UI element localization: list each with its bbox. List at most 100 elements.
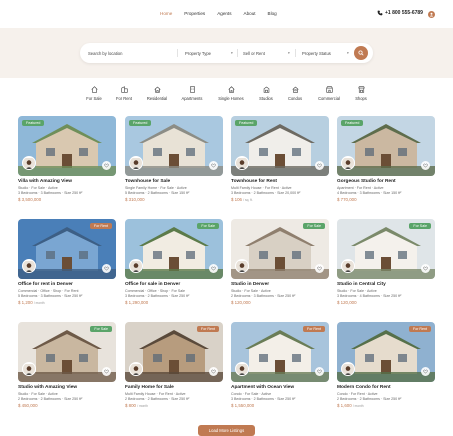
- agent-avatar[interactable]: [22, 259, 36, 273]
- agent-avatar[interactable]: [341, 259, 355, 273]
- category-shops[interactable]: Shops: [341, 86, 381, 101]
- listing-card[interactable]: Featured Villa with Amazing View Studio · …: [18, 116, 116, 204]
- agent-avatar[interactable]: [341, 156, 355, 170]
- listing-card[interactable]: For Sale Studio in Central City Studio · F…: [337, 219, 435, 307]
- price-value: $ 800: [125, 403, 136, 408]
- listing-card[interactable]: For Sale Office for sale in Denver Commerc…: [125, 219, 223, 307]
- price-value: $ 120,000: [337, 300, 357, 305]
- favorite-heart-icon[interactable]: [421, 264, 430, 273]
- listing-price: $ 120,000: [231, 300, 251, 305]
- listing-card[interactable]: Featured Gorgeous Studio for Rent Apartmen…: [337, 116, 435, 204]
- category-residential[interactable]: Residential: [137, 86, 177, 101]
- nav-home[interactable]: Home: [160, 11, 172, 16]
- listing-specs: 4 Bedrooms · 3 Bathrooms · Size 150 ft²: [337, 191, 402, 195]
- listing-card[interactable]: For Rent Apartment with Ocean View Condo ·…: [231, 322, 329, 410]
- listing-price: $ 1,200 / month: [18, 300, 45, 305]
- favorite-heart-icon[interactable]: [421, 161, 430, 170]
- listing-specs: 2 Bedrooms · 3 Bathrooms · Size 250 ft²: [231, 294, 296, 298]
- listing-specs: 5 Bedrooms · 2 Bathrooms · Size 150 ft²: [125, 191, 190, 195]
- favorite-heart-icon[interactable]: [209, 264, 218, 273]
- listing-title[interactable]: Townhouse for Rent: [231, 179, 277, 184]
- listing-title[interactable]: Modern Condo for Rent: [337, 385, 391, 390]
- listing-title[interactable]: Townhouse for Sale: [125, 179, 170, 184]
- agent-avatar[interactable]: [129, 156, 143, 170]
- favorite-heart-icon[interactable]: [102, 264, 111, 273]
- favorite-heart-icon[interactable]: [102, 367, 111, 376]
- agent-avatar[interactable]: [129, 259, 143, 273]
- listing-title[interactable]: Studio in Central City: [337, 282, 386, 287]
- listing-meta: Commercial · Office · Shop · For Rent: [18, 289, 79, 293]
- agent-avatar[interactable]: [22, 156, 36, 170]
- nav-about[interactable]: About: [244, 11, 256, 16]
- agent-avatar[interactable]: [235, 156, 249, 170]
- listing-title[interactable]: Family Home for Sale: [125, 385, 174, 390]
- search-bar: Search by location Property Type ▾ Sell o…: [80, 43, 373, 63]
- listing-card[interactable]: For Rent Modern Condo for Rent Condo · For…: [337, 322, 435, 410]
- favorite-heart-icon[interactable]: [102, 161, 111, 170]
- listing-price: $ 1,290,000: [125, 300, 148, 305]
- search-button[interactable]: [354, 46, 368, 60]
- listing-title[interactable]: Office for sale in Denver: [125, 282, 180, 287]
- favorite-heart-icon[interactable]: [315, 264, 324, 273]
- top-nav-bar: Home Properties Agents About Blog +1 800…: [0, 0, 453, 30]
- status-badge: Featured: [341, 120, 364, 126]
- listing-card[interactable]: Featured Townhouse for Rent Multi Family H…: [231, 116, 329, 204]
- user-account-icon[interactable]: [428, 11, 435, 18]
- listing-title[interactable]: Studio in Denver: [231, 282, 269, 287]
- listing-card[interactable]: For Rent Office for rent in Denver Commerc…: [18, 219, 116, 307]
- listing-meta: Studio · For Sale · Active: [18, 186, 58, 190]
- listing-title[interactable]: Office for rent in Denver: [18, 282, 73, 287]
- chevron-down-icon: ▾: [288, 51, 290, 55]
- listing-card[interactable]: Featured Townhouse for Sale Single Family …: [125, 116, 223, 204]
- favorite-heart-icon[interactable]: [315, 161, 324, 170]
- divider: [177, 49, 178, 57]
- phone-icon: [377, 10, 383, 16]
- price-value: $ 3,500,000: [18, 197, 42, 202]
- listing-specs: 3 Bedrooms · 4 Bathrooms · Size 250 ft²: [337, 294, 402, 298]
- shop-icon: [357, 86, 365, 93]
- nav-blog[interactable]: Blog: [268, 11, 277, 16]
- divider: [295, 49, 296, 57]
- category-single-homes[interactable]: Single Homes: [211, 86, 251, 101]
- listing-title[interactable]: Studio with Amazing View: [18, 385, 77, 390]
- listing-title[interactable]: Gorgeous Studio for Rent: [337, 179, 396, 184]
- favorite-heart-icon[interactable]: [209, 161, 218, 170]
- favorite-heart-icon[interactable]: [421, 367, 430, 376]
- nav-properties[interactable]: Properties: [184, 11, 205, 16]
- load-more-button[interactable]: Load More Listings: [198, 425, 255, 436]
- agent-avatar[interactable]: [341, 362, 355, 376]
- listing-price: $ 770,000: [337, 197, 357, 202]
- single-home-icon: [227, 86, 235, 93]
- agent-avatar[interactable]: [235, 259, 249, 273]
- price-period: / month: [33, 301, 45, 305]
- phone-link[interactable]: +1 800 555-6789: [377, 10, 423, 16]
- category-apartments[interactable]: Apartments: [172, 86, 212, 101]
- status-badge: For Sale: [197, 223, 219, 229]
- listing-title[interactable]: Villa with Amazing View: [18, 179, 72, 184]
- nav-agents[interactable]: Agents: [217, 11, 231, 16]
- home-icon: [153, 86, 161, 93]
- property-type-select[interactable]: Property Type ▾: [185, 43, 235, 63]
- status-badge: For Sale: [409, 223, 431, 229]
- listing-specs: 3 Bedrooms · 3 Bathrooms · Size 250 ft²: [18, 191, 83, 195]
- chevron-down-icon: ▾: [231, 51, 233, 55]
- listing-specs: 3 Bedrooms · 2 Bathrooms · Size 250 ft²: [125, 294, 190, 298]
- favorite-heart-icon[interactable]: [315, 367, 324, 376]
- location-search-input[interactable]: Search by location: [88, 43, 168, 63]
- agent-avatar[interactable]: [235, 362, 249, 376]
- price-value: $ 310,000: [125, 197, 145, 202]
- listing-card[interactable]: For Sale Studio in Denver Studio · For Sal…: [231, 219, 329, 307]
- listing-card[interactable]: For Sale Studio with Amazing View Studio ·…: [18, 322, 116, 410]
- agent-avatar[interactable]: [129, 362, 143, 376]
- status-badge: For Rent: [90, 223, 112, 229]
- listing-card[interactable]: For Rent Family Home for Sale Multi Family…: [125, 322, 223, 410]
- agent-avatar[interactable]: [22, 362, 36, 376]
- sell-or-rent-select[interactable]: Sell or Rent ▾: [243, 43, 293, 63]
- listing-price: $ 310,000: [125, 197, 145, 202]
- listing-title[interactable]: Apartment with Ocean View: [231, 385, 294, 390]
- status-badge: Featured: [129, 120, 152, 126]
- favorite-heart-icon[interactable]: [209, 367, 218, 376]
- chevron-down-icon: ▾: [347, 51, 349, 55]
- listing-meta: Multi Family House · For Rent · Active: [231, 186, 292, 190]
- property-status-select[interactable]: Property Status ▾: [302, 43, 354, 63]
